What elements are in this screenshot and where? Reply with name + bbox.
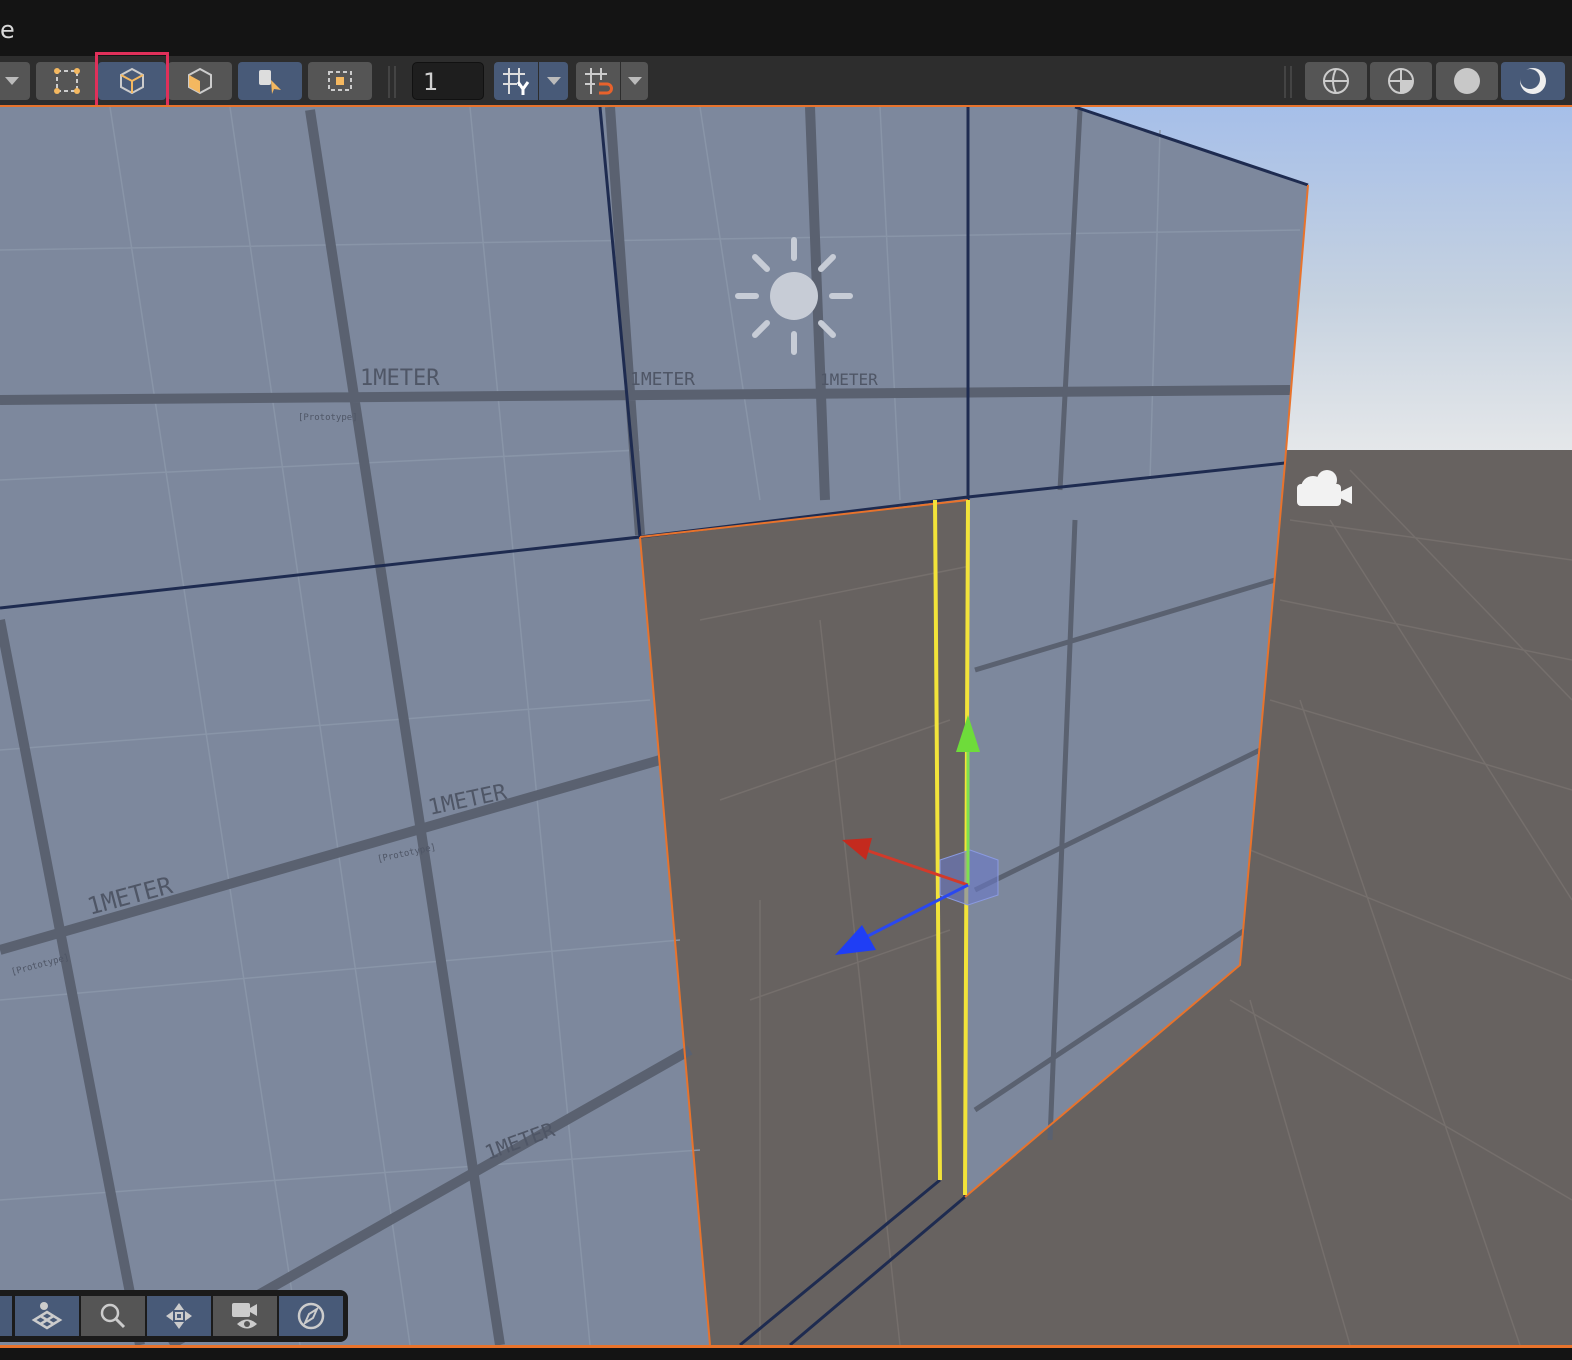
status-bar [0, 1348, 1572, 1360]
grid-snap-button[interactable] [494, 62, 538, 100]
title-bar: e [0, 0, 1572, 56]
face-cube-icon [188, 67, 212, 95]
grid-view-icon [31, 1302, 63, 1330]
chevron-down-icon [5, 77, 19, 85]
shading-solid-button[interactable] [1436, 62, 1498, 100]
mode-dropdown[interactable] [0, 62, 30, 100]
shading-wireframe-button[interactable] [1305, 62, 1367, 100]
zoom-button[interactable] [81, 1296, 145, 1336]
pivot-button[interactable] [238, 62, 302, 100]
grid-y-icon [503, 68, 530, 95]
window-title: e [0, 16, 15, 44]
camera-eye-icon [232, 1303, 257, 1329]
vertex-select-icon [54, 68, 80, 94]
navigation-bar [0, 1290, 348, 1342]
shading-xray-button[interactable] [1370, 62, 1432, 100]
nav-button-partial[interactable] [0, 1296, 12, 1336]
chevron-down-icon [627, 77, 642, 85]
orbit-button[interactable] [279, 1296, 343, 1336]
grid-snap-dropdown[interactable] [539, 62, 568, 100]
magnet-snap-icon [585, 68, 613, 95]
texture-label: 1METER [360, 366, 440, 391]
sun-light-icon [735, 237, 853, 355]
texture-sublabel: [Prototype] [298, 413, 358, 423]
shading-material-button[interactable] [1501, 62, 1565, 100]
magnet-snap-dropdown[interactable] [621, 62, 648, 100]
chevron-down-icon [546, 77, 561, 85]
texture-label: 1METER [820, 370, 878, 389]
vertex-select-button[interactable] [36, 62, 98, 100]
cursor-select-icon [259, 70, 281, 94]
snap-value-input[interactable]: 1 [412, 62, 484, 100]
3d-viewport[interactable]: 1METER 1METER 1METER 1METER 1METER 1METE… [0, 107, 1572, 1345]
xray-sphere-icon [1388, 68, 1414, 94]
box-select-icon [328, 71, 352, 91]
toolbar-separator [1284, 66, 1286, 98]
toolbar-separator [388, 66, 390, 98]
camera-view-button[interactable] [213, 1296, 277, 1336]
highlight-frame [95, 52, 169, 110]
box-select-button[interactable] [308, 62, 372, 100]
compass-icon [297, 1302, 325, 1330]
magnet-snap-button[interactable] [576, 62, 620, 100]
toolbar-separator [1290, 66, 1292, 98]
toolbar-separator [394, 66, 396, 98]
scene-toolbar: 1 [0, 56, 1572, 106]
texture-label: 1METER [630, 369, 695, 390]
wireframe-sphere-icon [1323, 68, 1349, 94]
search-icon [100, 1303, 126, 1329]
grid-view-button[interactable] [15, 1296, 79, 1336]
pan-button[interactable] [147, 1296, 211, 1336]
solid-sphere-icon [1454, 68, 1480, 94]
move-arrows-icon [166, 1303, 192, 1329]
material-sphere-icon [1520, 68, 1546, 94]
face-select-button[interactable] [168, 62, 232, 100]
